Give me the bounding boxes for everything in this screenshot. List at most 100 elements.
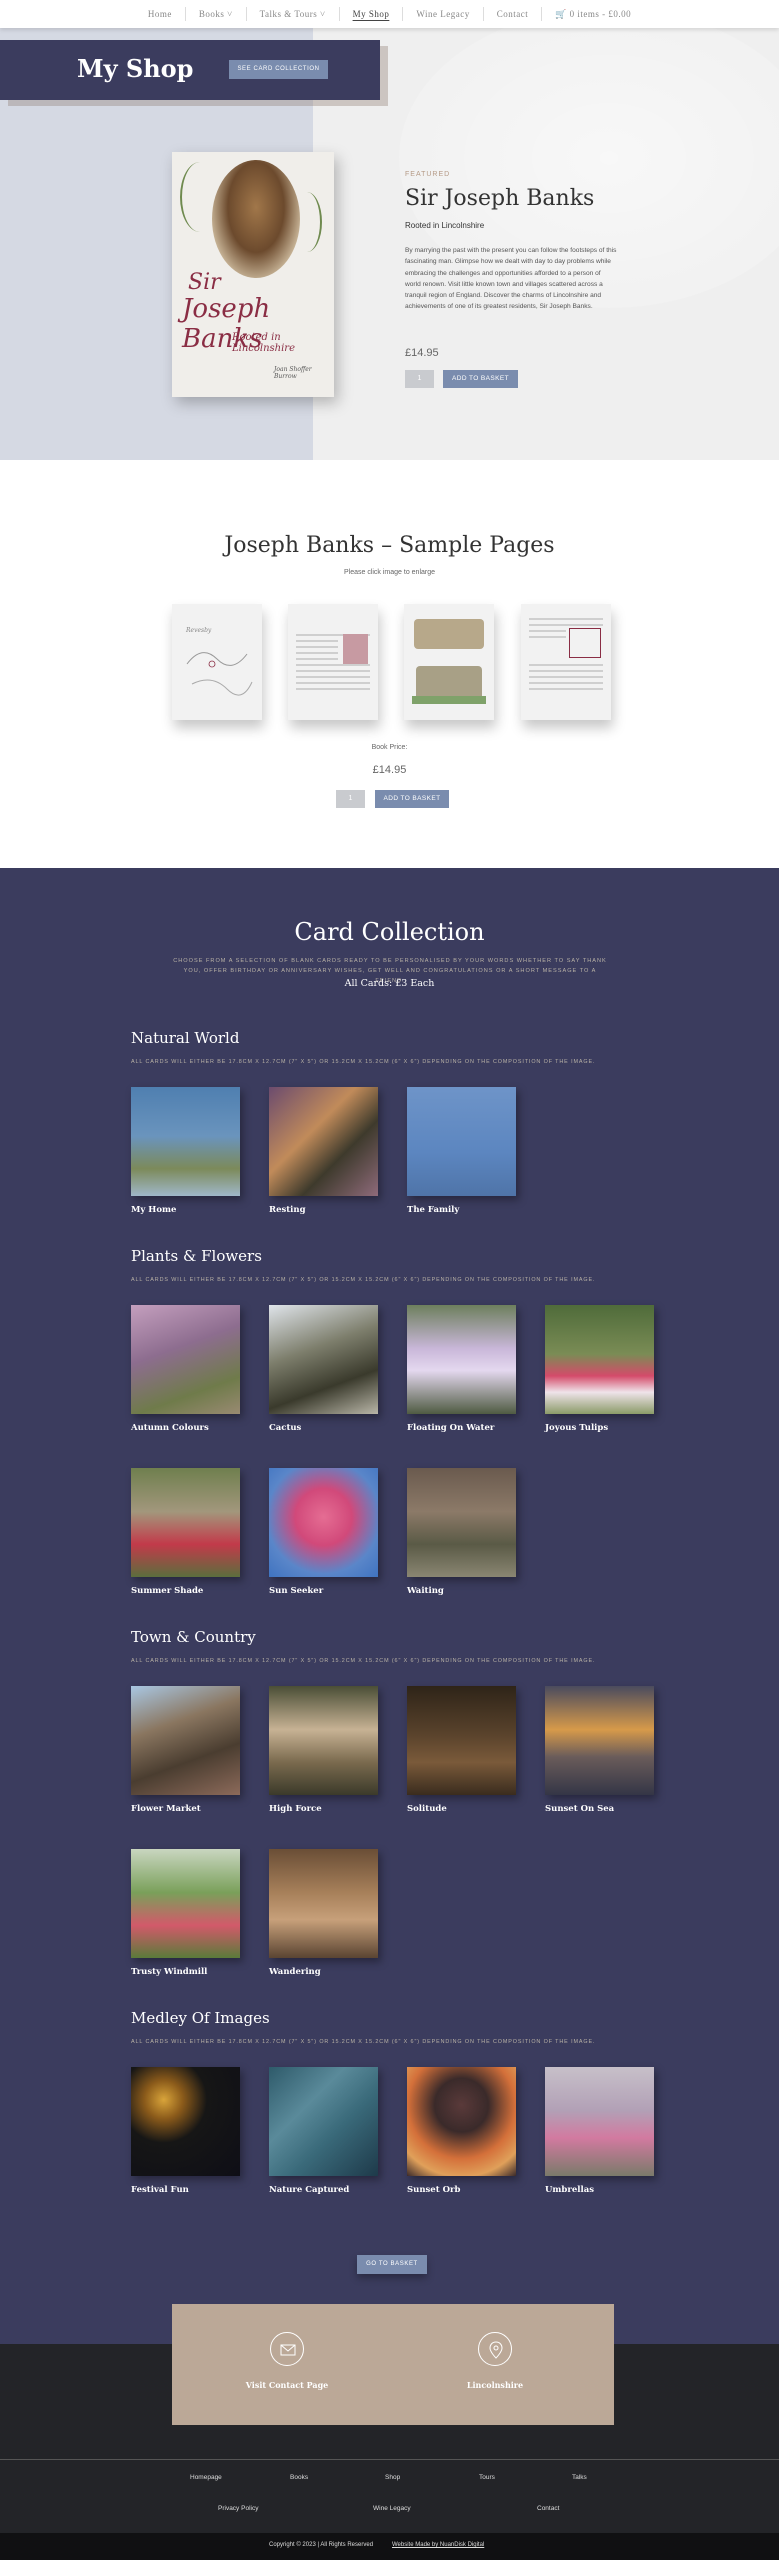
card-image-summer-shade[interactable] xyxy=(131,1468,240,1577)
card-label[interactable]: Wandering xyxy=(269,1967,321,1977)
card-label[interactable]: Sun Seeker xyxy=(269,1586,323,1596)
category-size-note: ALL CARDS WILL EITHER BE 17.8CM X 12.7CM… xyxy=(131,1277,596,1283)
book-title: Sir Joseph Banks xyxy=(405,186,595,211)
card-label[interactable]: Umbrellas xyxy=(545,2185,594,2195)
sample-pages-subtitle: Please click image to enlarge xyxy=(343,569,436,576)
card-label[interactable]: Sunset On Sea xyxy=(545,1804,614,1814)
card-image-autumn-colours[interactable] xyxy=(131,1305,240,1414)
card-collection-section: Card Collection CHOOSE FROM A SELECTION … xyxy=(0,868,779,2344)
sample-page-3[interactable] xyxy=(404,604,494,720)
footer-link-homepage[interactable]: Homepage xyxy=(190,2474,222,2481)
card-label[interactable]: Autumn Colours xyxy=(131,1423,209,1433)
category-title-plants-flowers: Plants & Flowers xyxy=(131,1247,262,1265)
card-label[interactable]: Waiting xyxy=(407,1586,444,1596)
copyright-text: Copyright © 2023 | All Rights Reserved xyxy=(269,2542,374,2548)
card-image-high-force[interactable] xyxy=(269,1686,378,1795)
card-label[interactable]: Solitude xyxy=(407,1804,447,1814)
card-label[interactable]: Cactus xyxy=(269,1423,301,1433)
sample-quantity-input[interactable]: 1 xyxy=(336,790,365,808)
card-image-solitude[interactable] xyxy=(407,1686,516,1795)
nav-home[interactable]: Home xyxy=(135,7,186,21)
shop-banner: My Shop SEE CARD COLLECTION xyxy=(0,40,380,100)
card-image-umbrellas[interactable] xyxy=(545,2067,654,2176)
cover-plant-right xyxy=(292,192,322,252)
footer-link-wine-legacy[interactable]: Wine Legacy xyxy=(373,2505,411,2512)
card-label[interactable]: The Family xyxy=(407,1205,459,1215)
card-label[interactable]: Nature Captured xyxy=(269,2185,349,2195)
nav-cart[interactable]: 🛒 0 items - £0.00 xyxy=(542,7,644,21)
top-nav: Home Books ˅ Talks & Tours ˅ My Shop Win… xyxy=(0,0,779,28)
category-title-medley: Medley Of Images xyxy=(131,2009,270,2027)
footer-link-contact[interactable]: Contact xyxy=(537,2505,559,2512)
category-title-town-country: Town & Country xyxy=(131,1628,256,1646)
made-by-link[interactable]: Website Made by NuanDisk Digital xyxy=(392,2542,484,2548)
footer-link-books[interactable]: Books xyxy=(290,2474,308,2481)
see-card-collection-button[interactable]: SEE CARD COLLECTION xyxy=(229,60,328,79)
card-label[interactable]: Trusty Windmill xyxy=(131,1967,207,1977)
card-image-sunset-orb[interactable] xyxy=(407,2067,516,2176)
featured-label: FEATURED xyxy=(405,171,451,178)
quantity-input[interactable]: 1 xyxy=(405,370,434,388)
category-size-note: ALL CARDS WILL EITHER BE 17.8CM X 12.7CM… xyxy=(131,1059,596,1065)
card-image-flower-market[interactable] xyxy=(131,1686,240,1795)
card-label[interactable]: My Home xyxy=(131,1205,176,1215)
card-collection-title: Card Collection xyxy=(294,918,485,946)
card-image-waiting[interactable] xyxy=(407,1468,516,1577)
sample-page-1[interactable]: Revesby xyxy=(172,604,262,720)
nav-wine-legacy[interactable]: Wine Legacy xyxy=(403,7,484,21)
card-image-sunset-on-sea[interactable] xyxy=(545,1686,654,1795)
card-image-nature-captured[interactable] xyxy=(269,2067,378,2176)
sample-portrait-image xyxy=(343,634,368,664)
footer-link-talks[interactable]: Talks xyxy=(572,2474,587,2481)
sample-pages-title: Joseph Banks – Sample Pages xyxy=(224,533,555,558)
card-label[interactable]: High Force xyxy=(269,1804,322,1814)
card-image-trusty-windmill[interactable] xyxy=(131,1849,240,1958)
card-image-cactus[interactable] xyxy=(269,1305,378,1414)
sample-page-2[interactable] xyxy=(288,604,378,720)
contact-box: Visit Contact Page Lincolnshire xyxy=(172,2304,614,2425)
card-label[interactable]: Flower Market xyxy=(131,1804,201,1814)
book-price: £14.95 xyxy=(405,347,439,359)
nav-books[interactable]: Books ˅ xyxy=(186,7,247,21)
location-pin-icon xyxy=(478,2332,512,2366)
card-label[interactable]: Joyous Tulips xyxy=(545,1423,608,1433)
card-image-joyous-tulips[interactable] xyxy=(545,1305,654,1414)
footer-link-privacy[interactable]: Privacy Policy xyxy=(218,2505,258,2512)
category-size-note: ALL CARDS WILL EITHER BE 17.8CM X 12.7CM… xyxy=(131,1658,596,1664)
sample-map-image xyxy=(569,628,601,658)
visit-contact-page-link[interactable]: Visit Contact Page xyxy=(227,2380,347,2390)
card-label[interactable]: Floating On Water xyxy=(407,1423,494,1433)
sample-price-label: Book Price: xyxy=(371,744,408,751)
sample-building-image xyxy=(414,619,484,649)
card-image-sun-seeker[interactable] xyxy=(269,1468,378,1577)
add-to-basket-button[interactable]: ADD TO BASKET xyxy=(443,370,518,388)
card-image-the-family[interactable] xyxy=(407,1087,516,1196)
card-image-festival-fun[interactable] xyxy=(131,2067,240,2176)
nav-contact[interactable]: Contact xyxy=(484,7,543,21)
nav-talks-tours[interactable]: Talks & Tours ˅ xyxy=(247,7,340,21)
card-label[interactable]: Festival Fun xyxy=(131,2185,189,2195)
copyright-bar: Copyright © 2023 | All Rights Reserved W… xyxy=(0,2533,779,2560)
nav-my-shop[interactable]: My Shop xyxy=(340,7,404,21)
hero-section: My Shop SEE CARD COLLECTION Sir Joseph B… xyxy=(0,28,779,460)
card-label[interactable]: Sunset Orb xyxy=(407,2185,460,2195)
footer-link-shop[interactable]: Shop xyxy=(385,2474,400,2481)
card-image-floating-on-water[interactable] xyxy=(407,1305,516,1414)
card-image-wandering[interactable] xyxy=(269,1849,378,1958)
book-subtitle: Rooted in Lincolnshire xyxy=(405,221,485,230)
footer-divider xyxy=(0,2459,779,2460)
book-cover-image[interactable]: Sir Joseph Banks Rooted in Lincolnshire … xyxy=(172,152,334,397)
category-size-note: ALL CARDS WILL EITHER BE 17.8CM X 12.7CM… xyxy=(131,2039,596,2045)
sample-page-4[interactable] xyxy=(521,604,611,720)
mail-icon[interactable] xyxy=(270,2332,304,2366)
footer-link-tours[interactable]: Tours xyxy=(479,2474,495,2481)
card-collection-price: All Cards: £3 Each xyxy=(344,978,435,989)
card-label[interactable]: Summer Shade xyxy=(131,1586,203,1596)
card-label[interactable]: Resting xyxy=(269,1205,306,1215)
cover-title-line1: Sir xyxy=(188,270,221,295)
page-title: My Shop xyxy=(77,54,194,83)
card-image-my-home[interactable] xyxy=(131,1087,240,1196)
go-to-basket-button[interactable]: GO TO BASKET xyxy=(357,2255,427,2274)
sample-add-to-basket-button[interactable]: ADD TO BASKET xyxy=(375,790,449,808)
card-image-resting[interactable] xyxy=(269,1087,378,1196)
